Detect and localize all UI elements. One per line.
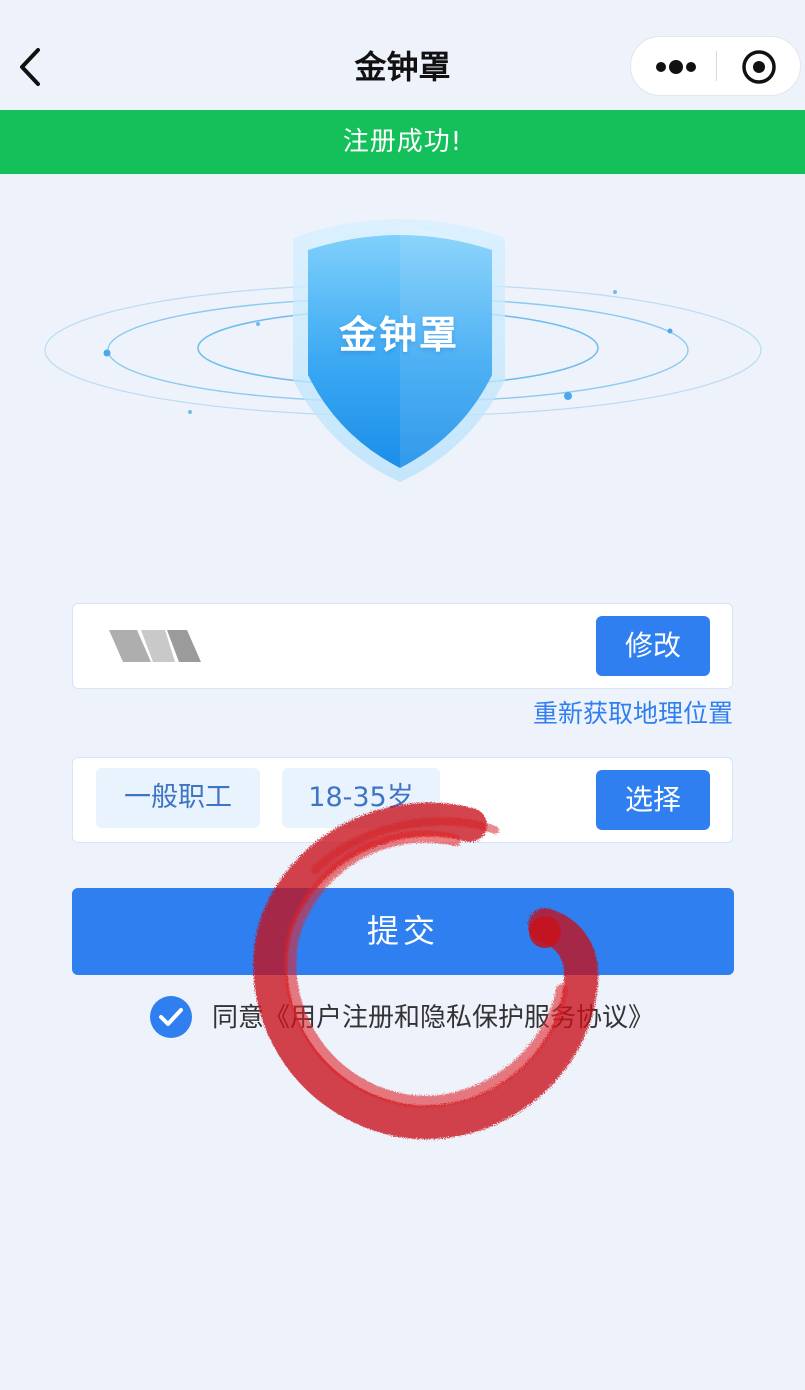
more-button[interactable] bbox=[631, 37, 716, 95]
shield-title: 金钟罩 bbox=[338, 313, 459, 357]
age-range-tag: 18-35岁 bbox=[282, 768, 440, 828]
capsule-menu bbox=[630, 36, 801, 96]
agreement-text: 同意《用户注册和隐私保护服务协议》 bbox=[212, 1000, 654, 1036]
red-brush-circle-overlay bbox=[240, 800, 600, 1150]
blurred-address-text bbox=[109, 626, 209, 666]
submit-button[interactable]: 提交 bbox=[72, 888, 734, 975]
occupation-tag: 一般职工 bbox=[96, 768, 260, 828]
address-card: 修改 bbox=[72, 603, 733, 689]
success-banner: 注册成功! bbox=[0, 110, 805, 174]
edit-address-button[interactable]: 修改 bbox=[596, 616, 710, 676]
select-button[interactable]: 选择 bbox=[596, 770, 710, 830]
agreement-checkbox[interactable] bbox=[150, 996, 192, 1038]
more-dots-icon bbox=[656, 60, 696, 74]
nav-bar: 金钟罩 bbox=[0, 0, 805, 110]
agreement-prefix: 同意 bbox=[212, 1003, 265, 1033]
relocate-link[interactable]: 重新获取地理位置 bbox=[533, 694, 733, 730]
agreement-link[interactable]: 《用户注册和隐私保护服务协议》 bbox=[264, 1003, 654, 1033]
checkmark-icon bbox=[159, 1008, 183, 1026]
target-close-icon bbox=[742, 50, 776, 84]
close-button[interactable] bbox=[717, 37, 801, 95]
profile-card: 一般职工 18-35岁 选择 bbox=[72, 757, 733, 843]
